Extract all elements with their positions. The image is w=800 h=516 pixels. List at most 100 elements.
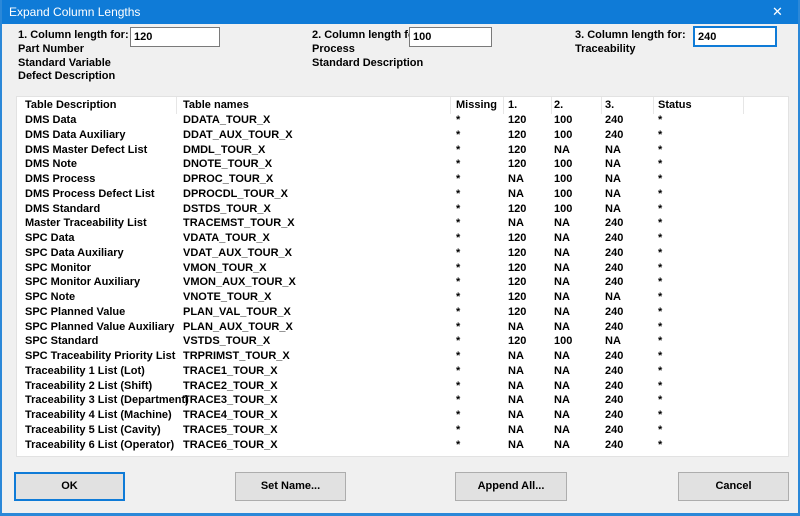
cell-missing: * [456, 334, 460, 349]
table-row[interactable]: SPC StandardVSTDS_TOUR_X*120100NA* [17, 334, 788, 349]
cell-description: Traceability 2 List (Shift) [25, 379, 152, 394]
close-icon[interactable]: ✕ [755, 0, 800, 24]
table-row[interactable]: SPC Planned ValuePLAN_VAL_TOUR_X*120NA24… [17, 305, 788, 320]
table-row[interactable]: SPC NoteVNOTE_TOUR_X*120NANA* [17, 290, 788, 305]
cell-description: SPC Data [25, 231, 75, 246]
cell-len1: 120 [508, 290, 526, 305]
cell-description: SPC Traceability Priority List [25, 349, 175, 364]
cell-missing: * [456, 408, 460, 423]
table-row[interactable]: Traceability 2 List (Shift)TRACE2_TOUR_X… [17, 379, 788, 394]
cell-missing: * [456, 393, 460, 408]
column-length-3-sublabels: Traceability [575, 43, 636, 57]
ok-button[interactable]: OK [14, 472, 125, 501]
cell-missing: * [456, 290, 460, 305]
table-row[interactable]: DMS DataDDATA_TOUR_X*120100240* [17, 113, 788, 128]
table-row[interactable]: SPC Monitor AuxiliaryVMON_AUX_TOUR_X*120… [17, 275, 788, 290]
cell-status: * [658, 438, 662, 453]
table-row[interactable]: Traceability 5 List (Cavity)TRACE5_TOUR_… [17, 423, 788, 438]
header-col1[interactable]: 1. [508, 99, 517, 111]
cell-len3: 240 [605, 275, 623, 290]
cell-len3: 240 [605, 305, 623, 320]
cell-len3: NA [605, 157, 621, 172]
column-length-1-input[interactable] [130, 27, 220, 47]
column-length-1-label: 1. Column length for: [18, 29, 129, 43]
cell-len3: 240 [605, 408, 623, 423]
cell-missing: * [456, 128, 460, 143]
cell-len2: 100 [554, 128, 572, 143]
cell-len3: 240 [605, 320, 623, 335]
cell-len1: NA [508, 216, 524, 231]
cell-status: * [658, 364, 662, 379]
cell-status: * [658, 216, 662, 231]
cell-description: SPC Standard [25, 334, 98, 349]
cell-description: DMS Process Defect List [25, 187, 155, 202]
cell-missing: * [456, 349, 460, 364]
cell-len3: 240 [605, 438, 623, 453]
cell-status: * [658, 246, 662, 261]
cell-status: * [658, 320, 662, 335]
table-row[interactable]: SPC Traceability Priority ListTRPRIMST_T… [17, 349, 788, 364]
cell-len1: NA [508, 423, 524, 438]
header-col2[interactable]: 2. [554, 99, 563, 111]
cell-table-name: VMON_AUX_TOUR_X [183, 275, 296, 290]
table-row[interactable]: DMS NoteDNOTE_TOUR_X*120100NA* [17, 157, 788, 172]
append-all-button[interactable]: Append All... [455, 472, 567, 501]
table-row[interactable]: Traceability 1 List (Lot)TRACE1_TOUR_X*N… [17, 364, 788, 379]
cell-len1: 120 [508, 261, 526, 276]
cell-len3: NA [605, 143, 621, 158]
table-row[interactable]: Master Traceability ListTRACEMST_TOUR_X*… [17, 216, 788, 231]
cell-missing: * [456, 246, 460, 261]
cell-len1: NA [508, 320, 524, 335]
cell-len2: NA [554, 364, 570, 379]
cell-missing: * [456, 438, 460, 453]
cell-len3: 240 [605, 379, 623, 394]
expand-column-lengths-dialog: Expand Column Lengths ✕ 1. Column length… [0, 0, 800, 516]
cell-description: Traceability 3 List (Department) [25, 393, 189, 408]
cell-len1: 120 [508, 275, 526, 290]
cell-len2: NA [554, 379, 570, 394]
cell-missing: * [456, 157, 460, 172]
table-row[interactable]: Traceability 4 List (Machine)TRACE4_TOUR… [17, 408, 788, 423]
cell-table-name: TRACEMST_TOUR_X [183, 216, 295, 231]
header-status[interactable]: Status [658, 99, 692, 111]
cell-len1: NA [508, 408, 524, 423]
header-missing[interactable]: Missing [456, 99, 497, 111]
cell-missing: * [456, 113, 460, 128]
cell-table-name: TRACE4_TOUR_X [183, 408, 278, 423]
table-row[interactable]: DMS ProcessDPROC_TOUR_X*NA100NA* [17, 172, 788, 187]
cell-status: * [658, 187, 662, 202]
set-name-button[interactable]: Set Name... [235, 472, 346, 501]
cell-len1: NA [508, 172, 524, 187]
header-table-names[interactable]: Table names [183, 99, 249, 111]
cell-missing: * [456, 305, 460, 320]
header-table-description[interactable]: Table Description [25, 99, 116, 111]
column-lengths-table[interactable]: Table Description Table names Missing 1.… [16, 96, 789, 457]
table-row[interactable]: SPC Planned Value AuxiliaryPLAN_AUX_TOUR… [17, 320, 788, 335]
cell-description: SPC Planned Value Auxiliary [25, 320, 174, 335]
column-length-3-input[interactable] [693, 26, 777, 47]
cell-status: * [658, 408, 662, 423]
cell-len2: NA [554, 143, 570, 158]
table-row[interactable]: DMS StandardDSTDS_TOUR_X*120100NA* [17, 202, 788, 217]
table-row[interactable]: DMS Data AuxiliaryDDAT_AUX_TOUR_X*120100… [17, 128, 788, 143]
table-row[interactable]: Traceability 3 List (Department)TRACE3_T… [17, 393, 788, 408]
table-row[interactable]: DMS Process Defect ListDPROCDL_TOUR_X*NA… [17, 187, 788, 202]
table-row[interactable]: SPC DataVDATA_TOUR_X*120NA240* [17, 231, 788, 246]
cell-missing: * [456, 275, 460, 290]
title-bar[interactable]: Expand Column Lengths ✕ [0, 0, 800, 24]
cell-len3: NA [605, 187, 621, 202]
header-col3[interactable]: 3. [605, 99, 614, 111]
table-row[interactable]: SPC Data AuxiliaryVDAT_AUX_TOUR_X*120NA2… [17, 246, 788, 261]
column-length-2-input[interactable] [409, 27, 492, 47]
cancel-button[interactable]: Cancel [678, 472, 789, 501]
cell-len2: NA [554, 290, 570, 305]
table-row[interactable]: Traceability 6 List (Operator)TRACE6_TOU… [17, 438, 788, 453]
cell-len1: NA [508, 438, 524, 453]
table-row[interactable]: DMS Master Defect ListDMDL_TOUR_X*120NAN… [17, 143, 788, 158]
cell-len2: NA [554, 246, 570, 261]
cell-description: Traceability 6 List (Operator) [25, 438, 174, 453]
cell-status: * [658, 379, 662, 394]
cell-len2: 100 [554, 202, 572, 217]
table-row[interactable]: SPC MonitorVMON_TOUR_X*120NA240* [17, 261, 788, 276]
cell-len2: NA [554, 438, 570, 453]
